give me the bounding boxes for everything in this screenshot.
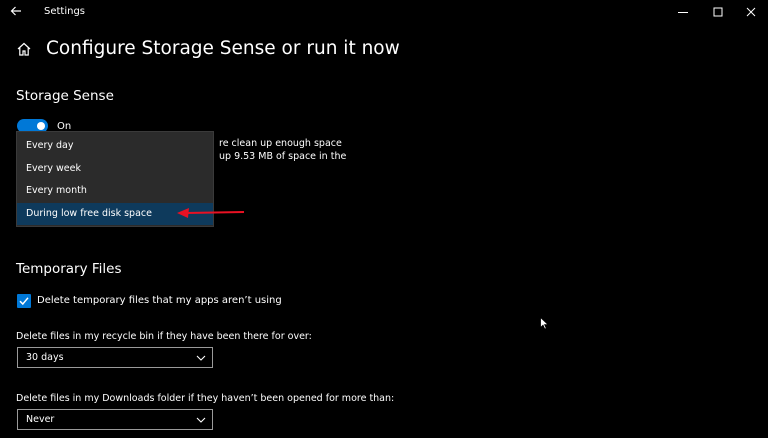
home-icon[interactable] xyxy=(16,41,32,57)
toggle-knob xyxy=(37,122,45,130)
back-arrow-icon[interactable] xyxy=(9,4,23,18)
title-bar: Settings xyxy=(0,0,768,24)
downloads-select[interactable]: Never xyxy=(17,409,213,430)
page-header: Configure Storage Sense or run it now xyxy=(16,38,400,59)
maximize-icon xyxy=(713,7,723,17)
temporary-files-title: Temporary Files xyxy=(16,261,122,277)
maximize-button[interactable] xyxy=(701,0,735,24)
recycle-bin-value: 30 days xyxy=(26,352,64,363)
delete-temp-files-checkbox[interactable] xyxy=(17,294,31,308)
chevron-down-icon xyxy=(196,417,206,423)
mouse-cursor-icon xyxy=(540,317,549,330)
close-button[interactable] xyxy=(734,0,768,24)
run-schedule-dropdown-menu: Every day Every week Every month During … xyxy=(16,131,214,227)
page-title: Configure Storage Sense or run it now xyxy=(46,38,400,59)
checkmark-icon xyxy=(19,297,29,306)
chevron-down-icon xyxy=(196,355,206,361)
storage-sense-title: Storage Sense xyxy=(16,88,114,104)
delete-temp-files-label: Delete temporary files that my apps aren… xyxy=(37,295,282,306)
close-icon xyxy=(746,7,756,17)
menu-option-every-month[interactable]: Every month xyxy=(17,180,213,202)
menu-option-low-disk-space[interactable]: During low free disk space xyxy=(17,203,213,225)
menu-option-every-day[interactable]: Every day xyxy=(17,135,213,157)
downloads-value: Never xyxy=(26,414,55,425)
app-title: Settings xyxy=(44,6,86,17)
menu-option-every-week[interactable]: Every week xyxy=(17,158,213,180)
recycle-bin-select[interactable]: 30 days xyxy=(17,347,213,368)
minimize-button[interactable] xyxy=(666,0,700,24)
recycle-bin-label: Delete files in my recycle bin if they h… xyxy=(16,331,312,342)
downloads-label: Delete files in my Downloads folder if t… xyxy=(16,393,395,404)
minimize-icon xyxy=(678,12,688,13)
